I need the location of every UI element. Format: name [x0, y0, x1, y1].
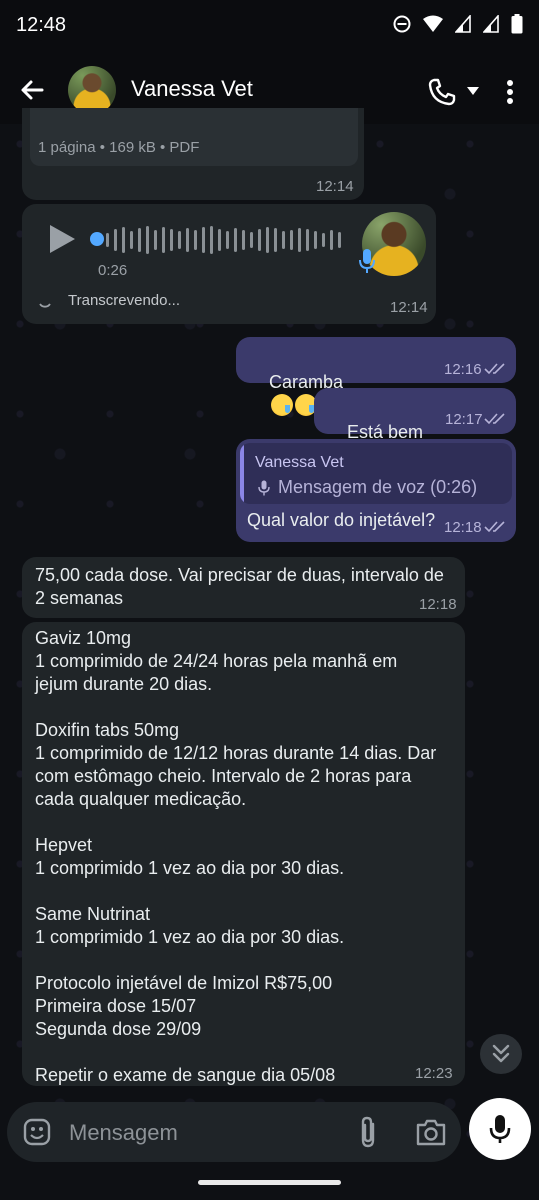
- message-text: Qual valor do injetável?: [247, 510, 436, 530]
- back-arrow-icon[interactable]: [16, 74, 48, 106]
- waveform-bar: [282, 231, 285, 249]
- waveform-bar: [274, 228, 277, 252]
- voice-message[interactable]: 0:26 Transcrevendo... 12:14: [22, 204, 436, 324]
- play-icon[interactable]: [48, 224, 76, 254]
- navigation-handle[interactable]: [198, 1180, 341, 1185]
- chevron-down-icon[interactable]: [466, 84, 480, 98]
- waveform-bar: [202, 227, 205, 253]
- voice-progress-dot[interactable]: [90, 232, 104, 246]
- status-bar: 12:48: [0, 0, 539, 52]
- quoted-message[interactable]: Vanessa Vet Mensagem de voz (0:26): [240, 443, 512, 504]
- incoming-message[interactable]: 75,00 cada dose. Vai precisar de duas, i…: [22, 557, 465, 618]
- waveform-bar: [266, 227, 269, 253]
- waveform-bar: [154, 230, 157, 250]
- waveform-bar: [258, 229, 261, 251]
- quoted-text: Mensagem de voz (0:26): [278, 477, 478, 497]
- message-text: Gaviz 10mg 1 comprimido de 24/24 horas p…: [35, 628, 437, 1085]
- crying-emoji-icon: [271, 394, 294, 416]
- microphone-icon: [359, 249, 375, 273]
- signal-icon: [455, 15, 471, 33]
- waveform-bar: [210, 226, 213, 254]
- message-input[interactable]: [67, 1116, 331, 1150]
- message-text: 75,00 cada dose. Vai precisar de duas, i…: [35, 565, 444, 608]
- read-checkmarks-icon: [484, 413, 505, 425]
- waveform-bar: [170, 229, 173, 251]
- message-time: 12:17: [445, 411, 483, 428]
- waveform-bar: [194, 230, 197, 250]
- document-message[interactable]: 1 página • 169 kB • PDF 12:14: [22, 108, 364, 200]
- more-options-icon[interactable]: [498, 76, 522, 108]
- signal-2-icon: [483, 15, 499, 33]
- microphone-icon: [258, 480, 270, 496]
- microphone-icon: [489, 1115, 511, 1143]
- message-composer: [7, 1102, 461, 1162]
- waveform-bar: [122, 227, 125, 253]
- waveform-bar: [146, 226, 149, 254]
- waveform-bar: [178, 231, 181, 249]
- waveform-bar: [162, 227, 165, 253]
- voice-duration: 0:26: [98, 262, 128, 279]
- waveform-bar: [218, 229, 221, 251]
- do-not-disturb-icon: [393, 15, 411, 33]
- waveform-bar: [114, 229, 117, 251]
- message-time: 12:16: [444, 361, 482, 378]
- waveform-bar: [130, 231, 133, 249]
- read-checkmarks-icon: [484, 521, 505, 533]
- waveform-bar: [106, 233, 109, 247]
- outgoing-reply-message[interactable]: Vanessa Vet Mensagem de voz (0:26) Qual …: [236, 439, 516, 542]
- read-checkmarks-icon: [484, 363, 505, 375]
- message-time: 12:18: [444, 519, 482, 536]
- loading-spinner-icon: [39, 303, 51, 308]
- waveform-bar: [242, 230, 245, 250]
- waveform-bar: [298, 228, 301, 252]
- waveform-bar: [250, 232, 253, 248]
- emoji-icon[interactable]: [23, 1118, 51, 1146]
- waveform-bar: [306, 229, 309, 251]
- status-icons: [393, 14, 523, 34]
- contact-name[interactable]: Vanessa Vet: [131, 76, 253, 102]
- attach-icon[interactable]: [355, 1116, 383, 1148]
- waveform-bar: [322, 233, 325, 247]
- wifi-icon: [423, 15, 443, 32]
- message-time: 12:14: [390, 299, 428, 316]
- document-card[interactable]: [30, 108, 358, 166]
- contact-avatar[interactable]: [68, 66, 116, 114]
- outgoing-message[interactable]: Caramba 12:16: [236, 337, 516, 416]
- battery-icon: [511, 14, 523, 34]
- quoted-author: Vanessa Vet: [255, 454, 344, 471]
- double-chevron-down-icon: [492, 1044, 510, 1063]
- waveform-bar: [186, 228, 189, 252]
- quote-accent-bar: [240, 443, 244, 504]
- document-info: 1 página • 169 kB • PDF: [38, 139, 200, 156]
- waveform-bar: [314, 231, 317, 249]
- voice-record-button[interactable]: [469, 1098, 531, 1160]
- message-time: 12:23: [415, 1065, 453, 1082]
- waveform-bar: [330, 230, 333, 250]
- message-time: 12:14: [316, 178, 354, 195]
- scroll-to-bottom-button[interactable]: [480, 1034, 522, 1074]
- outgoing-message[interactable]: Está bem 12:17: [314, 388, 516, 466]
- transcription-status: Transcrevendo...: [68, 292, 180, 309]
- status-time: 12:48: [16, 14, 67, 36]
- message-time: 12:18: [419, 596, 457, 613]
- phone-icon[interactable]: [426, 76, 458, 108]
- waveform-bar: [338, 232, 341, 248]
- camera-icon[interactable]: [415, 1118, 447, 1146]
- waveform-bar: [290, 230, 293, 250]
- waveform-bar: [226, 231, 229, 249]
- waveform-bar: [234, 228, 237, 252]
- voice-waveform[interactable]: [106, 220, 346, 260]
- waveform-bar: [138, 228, 141, 252]
- incoming-message[interactable]: Gaviz 10mg 1 comprimido de 24/24 horas p…: [22, 622, 465, 1086]
